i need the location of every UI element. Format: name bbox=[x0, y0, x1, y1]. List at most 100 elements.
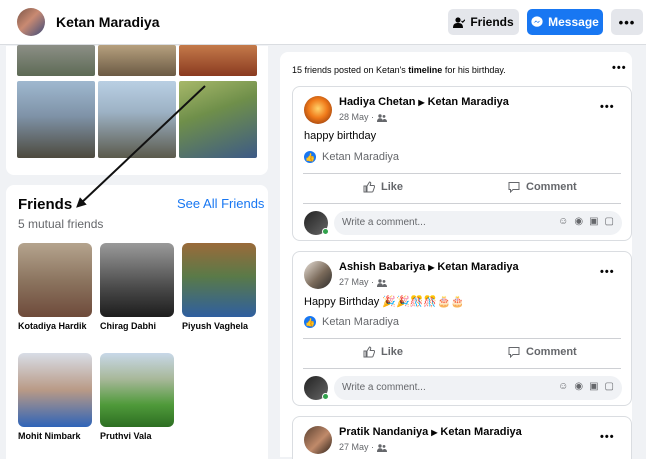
profile-avatar[interactable] bbox=[17, 8, 45, 36]
post-date[interactable]: 27 May · bbox=[339, 442, 374, 452]
like-button[interactable]: Like bbox=[363, 346, 403, 358]
comment-tools: ☺ ◉ ▣ ▢ bbox=[558, 216, 614, 227]
comment-placeholder: Write a comment... bbox=[342, 382, 426, 393]
divider bbox=[303, 338, 621, 339]
photo-thumbnail[interactable] bbox=[17, 45, 95, 76]
friend-name[interactable]: Mohit Nimbark bbox=[18, 431, 81, 441]
more-options-button[interactable]: ••• bbox=[611, 9, 643, 35]
profile-name[interactable]: Ketan Maradiya bbox=[56, 14, 159, 30]
friends-audience-icon bbox=[376, 443, 387, 452]
post-options-button[interactable]: ••• bbox=[600, 101, 615, 113]
photo-thumbnail[interactable] bbox=[17, 81, 95, 158]
post-date-line: 27 May · bbox=[339, 442, 387, 452]
divider bbox=[303, 368, 621, 369]
photos-card bbox=[6, 45, 268, 175]
timeline-options-button[interactable]: ••• bbox=[612, 62, 627, 74]
caret-right-icon: ▶ bbox=[418, 98, 425, 107]
online-status-dot bbox=[322, 393, 329, 400]
comment-input[interactable]: Write a comment... ☺ ◉ ▣ ▢ bbox=[334, 376, 622, 400]
post-target[interactable]: Ketan Maradiya bbox=[440, 426, 521, 438]
divider bbox=[303, 203, 621, 204]
camera-icon[interactable]: ◉ bbox=[574, 216, 583, 227]
emoji-icon[interactable]: ☺ bbox=[558, 216, 568, 227]
friend-photo[interactable] bbox=[100, 243, 174, 317]
friend-check-icon bbox=[453, 16, 466, 28]
timeline-link[interactable]: timeline bbox=[408, 65, 442, 75]
comment-tools: ☺ ◉ ▣ ▢ bbox=[558, 381, 614, 392]
comment-input[interactable]: Write a comment... ☺ ◉ ▣ ▢ bbox=[334, 211, 622, 235]
friend-photo[interactable] bbox=[100, 353, 174, 427]
tagged-person[interactable]: 👍 Ketan Maradiya bbox=[304, 151, 399, 163]
timeline-post: Hadiya Chetan ▶ Ketan Maradiya 28 May · ••… bbox=[292, 86, 632, 241]
comment-button[interactable]: Comment bbox=[508, 181, 577, 193]
message-button[interactable]: Message bbox=[527, 9, 603, 35]
author-avatar[interactable] bbox=[304, 426, 332, 454]
divider bbox=[303, 173, 621, 174]
thumbs-up-icon: 👍 bbox=[304, 151, 316, 163]
friends-card: Friends See All Friends 5 mutual friends… bbox=[6, 185, 268, 459]
summary-text: 15 friends posted on Ketan's bbox=[292, 65, 409, 75]
post-author[interactable]: Hadiya Chetan bbox=[339, 96, 415, 108]
post-target[interactable]: Ketan Maradiya bbox=[428, 96, 509, 108]
like-button[interactable]: Like bbox=[363, 181, 403, 193]
friend-name[interactable]: Piyush Vaghela bbox=[182, 321, 248, 331]
summary-text-end: for his birthday. bbox=[442, 65, 506, 75]
message-button-label: Message bbox=[548, 15, 599, 29]
author-avatar[interactable] bbox=[304, 96, 332, 124]
tagged-name: Ketan Maradiya bbox=[322, 316, 400, 328]
post-date[interactable]: 28 May · bbox=[339, 112, 374, 122]
friend-name[interactable]: Kotadiya Hardik bbox=[18, 321, 87, 331]
gif-icon[interactable]: ▣ bbox=[589, 216, 598, 227]
post-author[interactable]: Pratik Nandaniya bbox=[339, 426, 428, 438]
emoji-icon[interactable]: ☺ bbox=[558, 381, 568, 392]
thumbs-up-icon: 👍 bbox=[304, 316, 316, 328]
post-target[interactable]: Ketan Maradiya bbox=[437, 261, 518, 273]
author-avatar[interactable] bbox=[304, 261, 332, 289]
tagged-name: Ketan Maradiya bbox=[322, 151, 400, 163]
photo-thumbnail[interactable] bbox=[98, 45, 176, 76]
post-options-button[interactable]: ••• bbox=[600, 431, 615, 443]
timeline-post: Pratik Nandaniya ▶ Ketan Maradiya 27 May ·… bbox=[292, 416, 632, 459]
friends-button[interactable]: Friends bbox=[448, 9, 519, 35]
profile-header-bar: Ketan Maradiya Friends Message ••• bbox=[0, 0, 646, 45]
birthday-summary: 15 friends posted on Ketan's timeline fo… bbox=[292, 65, 506, 75]
mutual-friends-count[interactable]: 5 mutual friends bbox=[18, 217, 103, 231]
comment-placeholder: Write a comment... bbox=[342, 217, 426, 228]
friends-audience-icon bbox=[376, 113, 387, 122]
friends-section-title[interactable]: Friends bbox=[18, 196, 72, 213]
caret-right-icon: ▶ bbox=[431, 428, 438, 437]
comment-button[interactable]: Comment bbox=[508, 346, 577, 358]
thumbs-up-outline-icon bbox=[363, 346, 375, 358]
post-text: happy birthday bbox=[304, 130, 377, 142]
like-label: Like bbox=[381, 346, 404, 358]
photo-thumbnail[interactable] bbox=[98, 81, 176, 158]
online-status-dot bbox=[322, 228, 329, 235]
comment-bubble-icon bbox=[508, 346, 520, 358]
messenger-icon bbox=[531, 16, 543, 28]
comment-label: Comment bbox=[526, 181, 577, 193]
friend-photo[interactable] bbox=[18, 243, 92, 317]
photo-thumbnail[interactable] bbox=[179, 45, 257, 76]
friend-name[interactable]: Pruthvi Vala bbox=[100, 431, 152, 441]
friend-photo[interactable] bbox=[18, 353, 92, 427]
post-author-line: Hadiya Chetan ▶ Ketan Maradiya bbox=[339, 96, 509, 108]
friend-name[interactable]: Chirag Dabhi bbox=[100, 321, 156, 331]
post-author[interactable]: Ashish Babariya bbox=[339, 261, 425, 273]
tagged-person[interactable]: 👍 Ketan Maradiya bbox=[304, 316, 399, 328]
like-label: Like bbox=[381, 181, 404, 193]
post-options-button[interactable]: ••• bbox=[600, 266, 615, 278]
post-date-line: 28 May · bbox=[339, 112, 387, 122]
camera-icon[interactable]: ◉ bbox=[574, 381, 583, 392]
sticker-icon[interactable]: ▢ bbox=[605, 381, 614, 392]
post-author-line: Pratik Nandaniya ▶ Ketan Maradiya bbox=[339, 426, 522, 438]
friends-button-label: Friends bbox=[470, 15, 514, 29]
gif-icon[interactable]: ▣ bbox=[589, 381, 598, 392]
timeline-post: Ashish Babariya ▶ Ketan Maradiya 27 May · … bbox=[292, 251, 632, 406]
post-date[interactable]: 27 May · bbox=[339, 277, 374, 287]
sticker-icon[interactable]: ▢ bbox=[605, 216, 614, 227]
see-all-friends-link[interactable]: See All Friends bbox=[177, 196, 264, 211]
friend-photo[interactable] bbox=[182, 243, 256, 317]
post-date-line: 27 May · bbox=[339, 277, 387, 287]
post-author-line: Ashish Babariya ▶ Ketan Maradiya bbox=[339, 261, 519, 273]
photo-thumbnail[interactable] bbox=[179, 81, 257, 158]
